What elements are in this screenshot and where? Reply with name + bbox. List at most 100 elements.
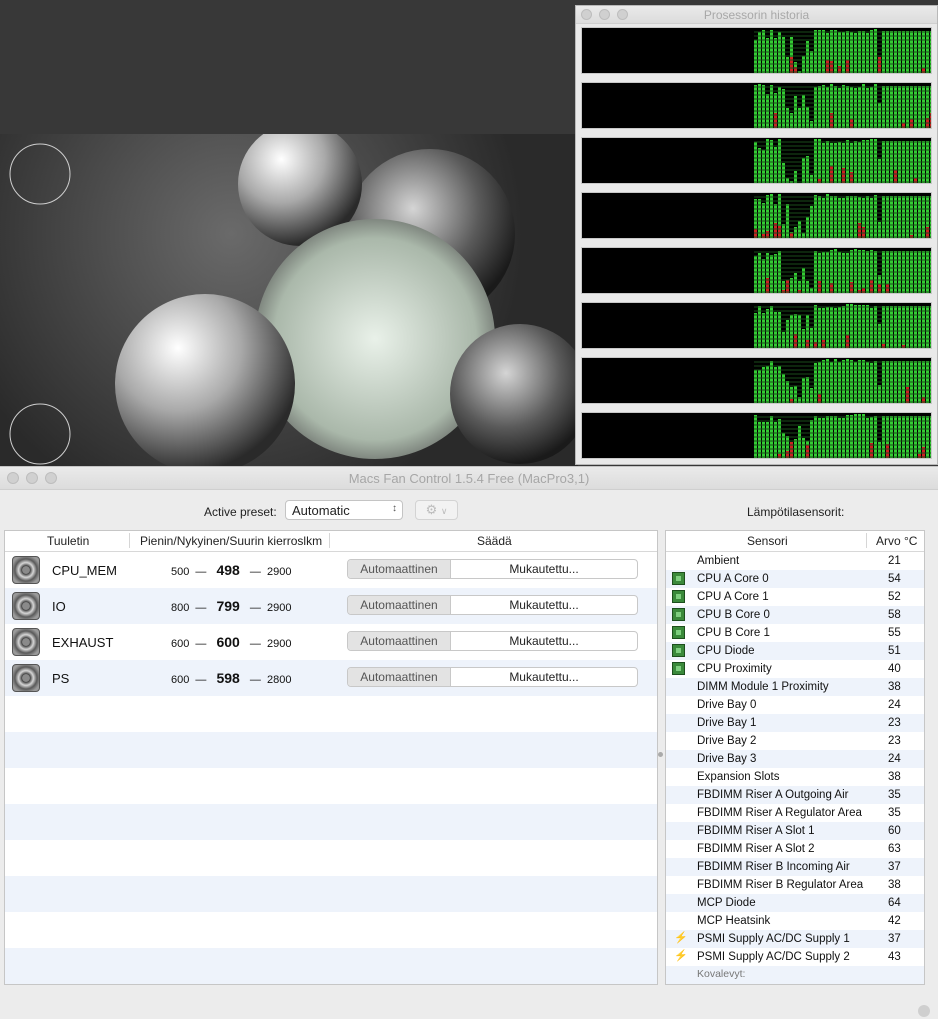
- fans-table-header: Tuuletin Pienin/Nykyinen/Suurin kierrosl…: [5, 531, 657, 552]
- preset-label: Active preset:: [204, 505, 277, 519]
- auto-button[interactable]: Automaattinen: [348, 596, 451, 614]
- cpu-history-window[interactable]: Prosessorin historia: [575, 5, 938, 465]
- fan-control-window[interactable]: Macs Fan Control 1.5.4 Free (MacPro3,1) …: [0, 466, 938, 1019]
- empty-row: [5, 840, 657, 876]
- sensor-name: PSMI Supply AC/DC Supply 1: [697, 933, 850, 945]
- fan-current-rpm: 600: [216, 634, 240, 650]
- cpu-usage-bar: [810, 175, 813, 183]
- fan-rpm: 600 — 598 — 2800: [171, 670, 292, 686]
- sensor-row[interactable]: ⚡ PSMI Supply AC/DC Supply 1 37: [666, 930, 924, 948]
- sensor-row[interactable]: MCP Heatsink 42: [666, 912, 924, 930]
- sensor-name: Drive Bay 3: [697, 753, 757, 765]
- sensor-value: 24: [888, 699, 901, 711]
- sensor-name: Drive Bay 0: [697, 699, 757, 711]
- sensor-row[interactable]: Drive Bay 1 23: [666, 714, 924, 732]
- gear-menu-button[interactable]: ⚙ ∨: [415, 500, 458, 520]
- core-history-graph: [581, 357, 932, 404]
- auto-button[interactable]: Automaattinen: [348, 632, 451, 650]
- sensor-name: CPU A Core 0: [697, 573, 769, 585]
- sensor-row[interactable]: MCP Diode 64: [666, 894, 924, 912]
- cpu-usage-bar: [762, 150, 765, 183]
- sensor-row[interactable]: FBDIMM Riser A Slot 1 60: [666, 822, 924, 840]
- sensor-row[interactable]: CPU A Core 0 54: [666, 570, 924, 588]
- sensor-row[interactable]: CPU B Core 1 55: [666, 624, 924, 642]
- sensor-value: 21: [888, 555, 901, 567]
- sensor-row[interactable]: CPU Diode 51: [666, 642, 924, 660]
- cpu-system-bar: [838, 66, 841, 73]
- sensor-value: 23: [888, 735, 901, 747]
- sensor-row[interactable]: WDC WD3200AAJS-41VWA031: [666, 984, 924, 985]
- fan-icon: [12, 628, 40, 656]
- core-history-graph: [581, 192, 932, 239]
- column-control[interactable]: Säädä: [477, 534, 512, 548]
- sensor-row[interactable]: FBDIMM Riser A Regulator Area 35: [666, 804, 924, 822]
- sensor-value: 40: [888, 663, 901, 675]
- sensor-value: 52: [888, 591, 901, 603]
- chip-icon: [672, 572, 685, 585]
- core-history-graph: [581, 412, 932, 459]
- fan-row[interactable]: IO 800 — 799 — 2900 Automaattinen Mukautett…: [5, 588, 657, 624]
- empty-row: [5, 732, 657, 768]
- column-fan[interactable]: Tuuletin: [47, 534, 89, 548]
- split-view-handle[interactable]: [658, 752, 663, 757]
- sensor-row[interactable]: Drive Bay 3 24: [666, 750, 924, 768]
- chip-icon: [672, 626, 685, 639]
- sensor-row[interactable]: CPU Proximity 40: [666, 660, 924, 678]
- custom-button[interactable]: Mukautettu...: [451, 632, 637, 650]
- sensor-row[interactable]: Ambient 21: [666, 552, 924, 570]
- sensor-group-label: Kovalevyt:: [697, 968, 746, 980]
- core-graphs: [581, 27, 932, 467]
- chip-icon: [672, 608, 685, 621]
- sensor-value: 37: [888, 933, 901, 945]
- history-titlebar[interactable]: Prosessorin historia: [576, 6, 937, 24]
- cpu-system-bar: [766, 231, 769, 238]
- preset-select[interactable]: Automatic ↕: [285, 500, 403, 520]
- fan-max-rpm: 2900: [266, 602, 292, 614]
- fan-row[interactable]: PS 600 — 598 — 2800 Automaattinen Mukautett…: [5, 660, 657, 696]
- fan-control-segmented: Automaattinen Mukautettu...: [347, 667, 638, 687]
- sensor-row[interactable]: CPU A Core 1 52: [666, 588, 924, 606]
- cpu-usage-bar: [810, 51, 813, 73]
- custom-button[interactable]: Mukautettu...: [451, 596, 637, 614]
- column-value[interactable]: Arvo °C: [876, 534, 917, 548]
- sensor-value: 35: [888, 807, 901, 819]
- column-sensor[interactable]: Sensori: [747, 534, 788, 548]
- core-history-graph: [581, 82, 932, 129]
- sensor-row[interactable]: Expansion Slots 38: [666, 768, 924, 786]
- fan-row[interactable]: CPU_MEM 500 — 498 — 2900 Automaattinen Muka…: [5, 552, 657, 588]
- fan-control-segmented: Automaattinen Mukautettu...: [347, 595, 638, 615]
- sensor-row[interactable]: Drive Bay 2 23: [666, 732, 924, 750]
- graph-marker: [754, 128, 760, 129]
- column-rpm[interactable]: Pienin/Nykyinen/Suurin kierroslkm: [140, 534, 322, 548]
- custom-button[interactable]: Mukautettu...: [451, 668, 637, 686]
- sensor-row[interactable]: CPU B Core 0 58: [666, 606, 924, 624]
- cpu-usage-bar: [798, 183, 801, 184]
- auto-button[interactable]: Automaattinen: [348, 560, 451, 578]
- fans-table: Tuuletin Pienin/Nykyinen/Suurin kierrosl…: [4, 530, 658, 985]
- empty-row: [5, 876, 657, 912]
- graph-marker: [754, 73, 760, 74]
- cpu-usage-bar: [802, 95, 805, 128]
- cpu-usage-bar: [878, 159, 881, 183]
- auto-button[interactable]: Automaattinen: [348, 668, 451, 686]
- resize-handle[interactable]: [918, 1005, 930, 1017]
- sensor-name: FBDIMM Riser A Slot 2: [697, 843, 815, 855]
- graph-marker: [754, 403, 760, 404]
- sensor-name: CPU Diode: [697, 645, 755, 657]
- fan-row[interactable]: EXHAUST 600 — 600 — 2900 Automaattinen Muka…: [5, 624, 657, 660]
- sensor-row[interactable]: FBDIMM Riser A Outgoing Air 35: [666, 786, 924, 804]
- sensor-row[interactable]: DIMM Module 1 Proximity 38: [666, 678, 924, 696]
- sensor-row[interactable]: FBDIMM Riser B Incoming Air 37: [666, 858, 924, 876]
- chevron-updown-icon: ↕: [392, 503, 397, 514]
- sensor-row[interactable]: FBDIMM Riser B Regulator Area 38: [666, 876, 924, 894]
- sensor-row[interactable]: ⚡ PSMI Supply AC/DC Supply 2 43: [666, 948, 924, 966]
- graph-marker: [754, 458, 760, 459]
- sensor-row[interactable]: Drive Bay 0 24: [666, 696, 924, 714]
- main-titlebar[interactable]: Macs Fan Control 1.5.4 Free (MacPro3,1): [0, 467, 938, 490]
- sensors-table: Sensori Arvo °C Ambient 21 CPU A Core 0 54 C…: [665, 530, 925, 985]
- cpu-system-bar: [862, 288, 865, 293]
- sensor-row[interactable]: FBDIMM Riser A Slot 2 63: [666, 840, 924, 858]
- custom-button[interactable]: Mukautettu...: [451, 560, 637, 578]
- sensor-value: 64: [888, 897, 901, 909]
- cpu-usage-bar: [802, 56, 805, 73]
